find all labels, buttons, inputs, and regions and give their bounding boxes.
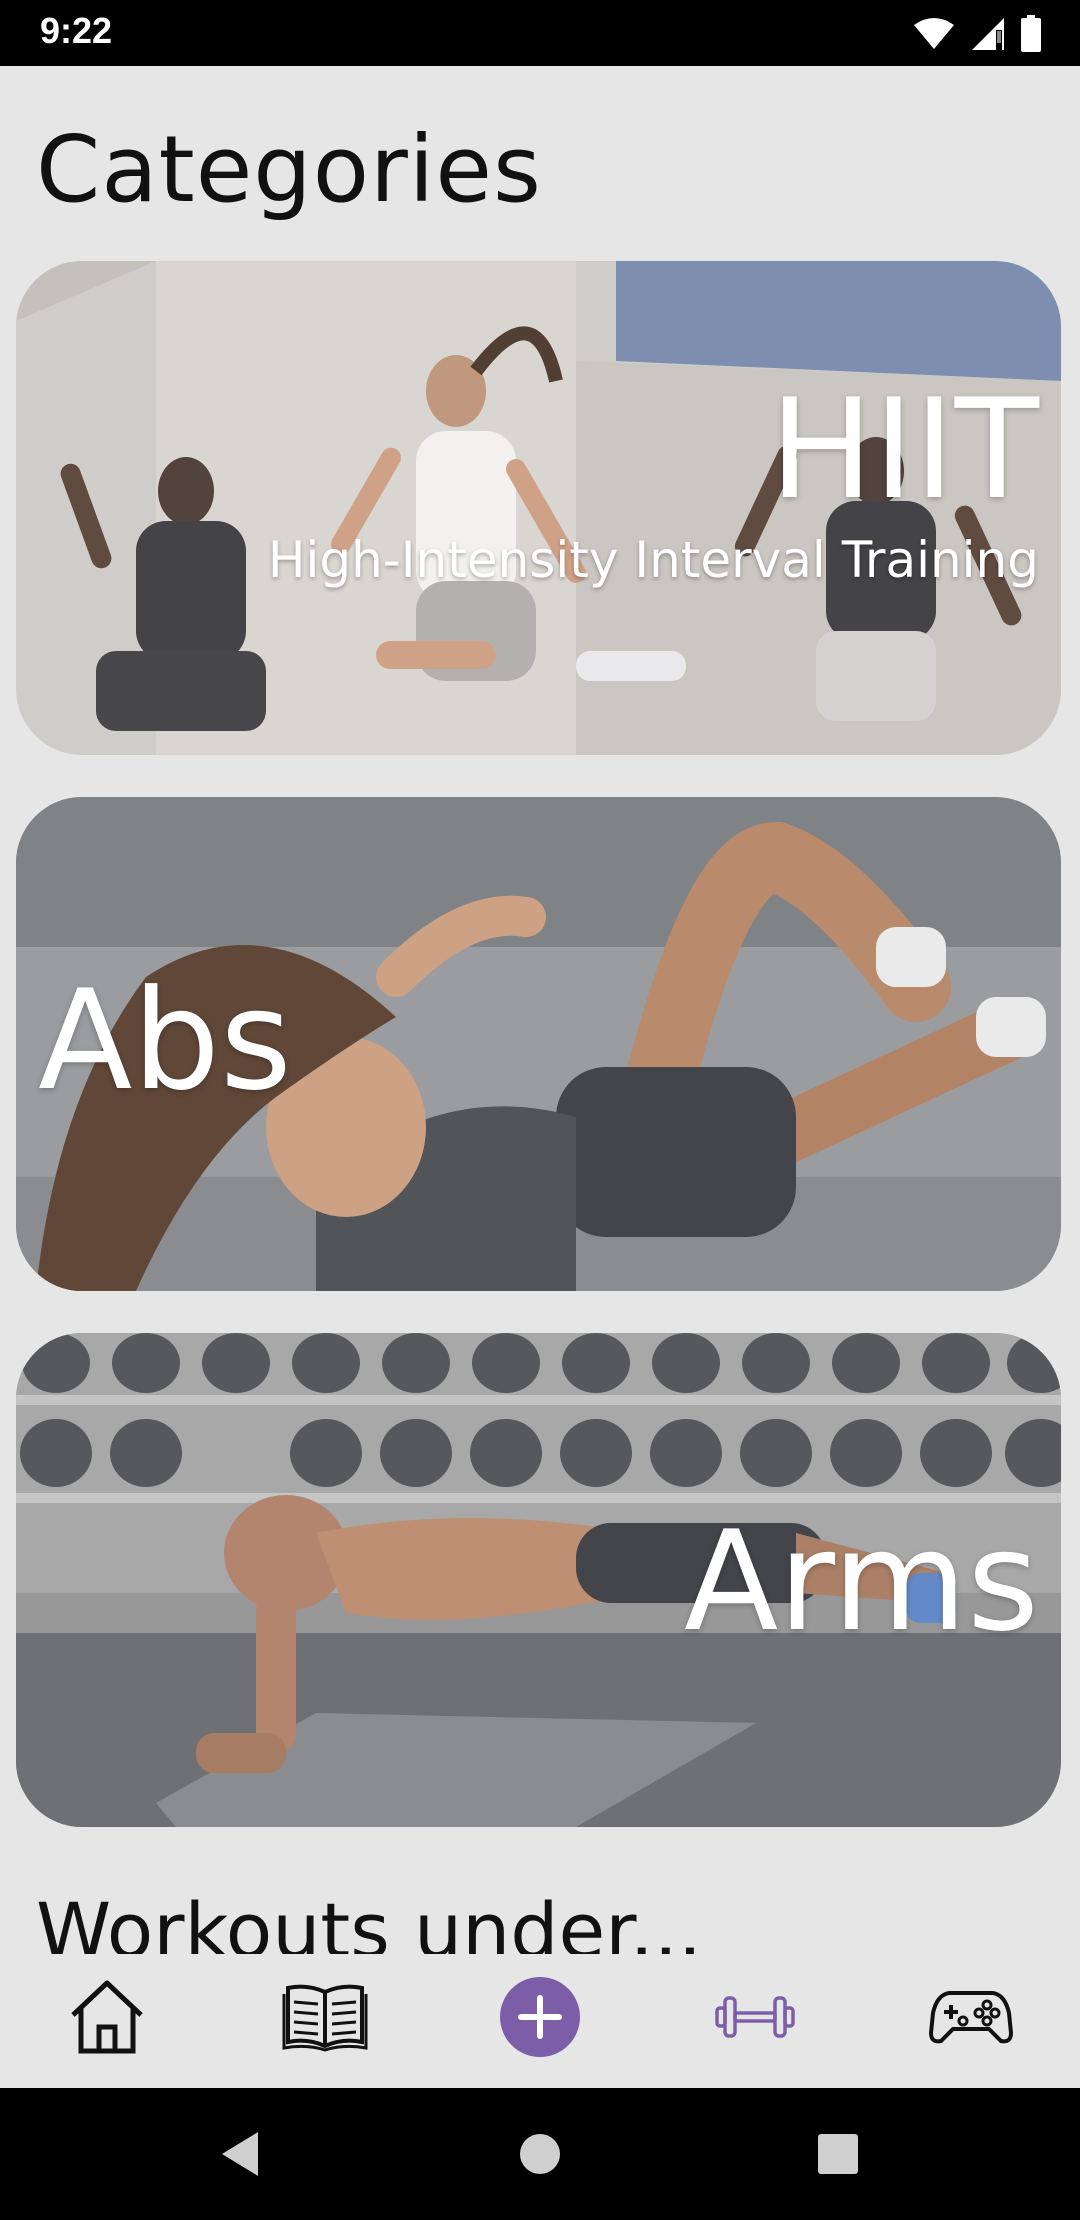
home-icon — [71, 1980, 143, 2054]
nav-home[interactable] — [62, 1972, 152, 2062]
main-content[interactable]: Categories HIIT High-Intensity Interval … — [0, 66, 1080, 1954]
gamepad-icon — [929, 1991, 1013, 2044]
category-title-abs: Abs — [38, 960, 292, 1121]
add-icon — [500, 1977, 580, 2057]
category-title-arms: Arms — [683, 1501, 1039, 1662]
category-subtitle-hiit: High-Intensity Interval Training — [267, 531, 1039, 589]
nav-add[interactable] — [495, 1972, 585, 2062]
category-title-hiit: HIIT — [769, 369, 1039, 530]
recents-icon — [818, 2134, 858, 2174]
system-recents-button[interactable] — [816, 2130, 860, 2182]
system-back-button[interactable] — [218, 2130, 262, 2182]
bottom-nav — [0, 1954, 1080, 2088]
nav-library[interactable] — [280, 1972, 370, 2062]
back-icon — [222, 2132, 258, 2176]
home-circle-icon — [520, 2134, 560, 2174]
status-icons — [912, 14, 1042, 54]
nav-workouts[interactable] — [710, 1972, 800, 2062]
status-bar: 9:22 — [0, 0, 1080, 66]
category-card-arms[interactable]: Arms — [16, 1333, 1061, 1827]
system-nav-bar — [0, 2088, 1080, 2220]
book-icon — [282, 1984, 368, 2052]
page-title: Categories — [36, 116, 542, 223]
category-card-hiit[interactable]: HIIT High-Intensity Interval Training — [16, 261, 1061, 755]
status-time: 9:22 — [40, 10, 113, 51]
wifi-icon — [914, 18, 954, 49]
signal-icon — [972, 18, 1004, 50]
section-heading: Workouts under... — [36, 1886, 703, 1954]
battery-icon — [1021, 15, 1041, 52]
nav-games[interactable] — [926, 1972, 1016, 2062]
system-home-button[interactable] — [518, 2130, 562, 2182]
category-card-abs[interactable]: Abs — [16, 797, 1061, 1291]
dumbbell-icon — [715, 1996, 795, 2038]
